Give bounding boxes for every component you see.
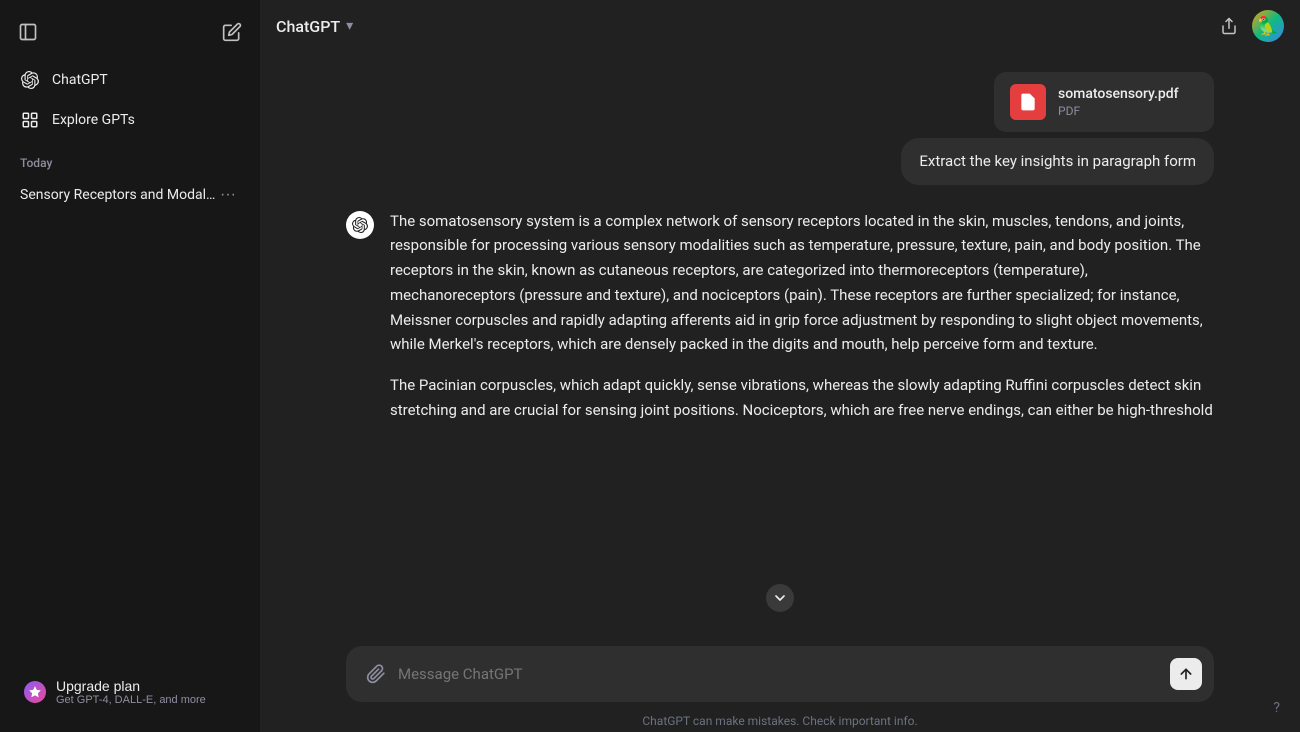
sidebar-chat-item-text: Sensory Receptors and Modalit... <box>20 187 216 203</box>
sidebar: ChatGPT Explore GPTs Today Sensory Recep… <box>0 0 260 732</box>
sidebar-item-explore-gpts[interactable]: Explore GPTs <box>8 100 252 140</box>
send-button[interactable] <box>1170 658 1202 690</box>
pdf-attachment: somatosensory.pdf PDF <box>994 72 1214 132</box>
assistant-paragraph-1: The somatosensory system is a complex ne… <box>390 209 1214 358</box>
footer-note-text: ChatGPT can make mistakes. Check importa… <box>642 714 917 728</box>
help-button[interactable]: ? <box>1273 700 1280 716</box>
sidebar-chatgpt-label: ChatGPT <box>52 72 108 88</box>
footer-note: ChatGPT can make mistakes. Check importa… <box>346 706 1214 732</box>
pdf-filename: somatosensory.pdf <box>1058 86 1179 102</box>
upgrade-main-label: Upgrade plan <box>56 678 206 694</box>
assistant-paragraph-2: The Pacinian corpuscles, which adapt qui… <box>390 373 1214 423</box>
pdf-type-label: PDF <box>1058 104 1179 118</box>
sidebar-item-chatgpt[interactable]: ChatGPT <box>8 60 252 100</box>
header-title-button[interactable]: ChatGPT ▾ <box>276 17 353 36</box>
grid-icon <box>20 110 40 130</box>
assistant-message-text: The somatosensory system is a complex ne… <box>390 209 1214 423</box>
assistant-message-row: The somatosensory system is a complex ne… <box>330 205 1230 427</box>
pdf-icon <box>1010 84 1046 120</box>
chat-item-menu-button[interactable]: ··· <box>216 184 240 206</box>
sidebar-section-today: Today <box>8 140 252 176</box>
sidebar-chat-item[interactable]: Sensory Receptors and Modalit... ··· <box>8 176 252 214</box>
sidebar-top <box>8 8 252 56</box>
header-actions: 🦜 <box>1214 10 1284 42</box>
upgrade-sub-label: Get GPT-4, DALL-E, and more <box>56 694 206 706</box>
chatgpt-icon <box>20 70 40 90</box>
main-content: ChatGPT ▾ 🦜 <box>260 0 1300 732</box>
toggle-sidebar-button[interactable] <box>12 16 44 48</box>
user-message-container: somatosensory.pdf PDF Extract the key in… <box>330 68 1230 189</box>
input-area <box>260 634 1300 706</box>
pdf-info: somatosensory.pdf PDF <box>1058 86 1179 118</box>
attach-file-button[interactable] <box>362 660 390 688</box>
chevron-down-icon: ▾ <box>346 18 353 34</box>
upgrade-plan-button[interactable]: Upgrade plan Get GPT-4, DALL-E, and more <box>12 668 248 716</box>
input-container <box>346 646 1214 702</box>
message-input[interactable] <box>398 665 1162 683</box>
share-button[interactable] <box>1214 11 1244 41</box>
sidebar-explore-label: Explore GPTs <box>52 112 135 128</box>
avatar[interactable]: 🦜 <box>1252 10 1284 42</box>
assistant-avatar-icon <box>346 211 374 239</box>
avatar-image: 🦜 <box>1252 10 1284 42</box>
scroll-down-indicator[interactable] <box>766 584 794 612</box>
new-chat-button[interactable] <box>216 16 248 48</box>
header-title-text: ChatGPT <box>276 17 340 36</box>
user-message-bubble: Extract the key insights in paragraph fo… <box>901 138 1214 185</box>
header: ChatGPT ▾ 🦜 <box>260 0 1300 52</box>
upgrade-text: Upgrade plan Get GPT-4, DALL-E, and more <box>56 678 206 706</box>
chat-area[interactable]: somatosensory.pdf PDF Extract the key in… <box>260 52 1300 634</box>
sidebar-bottom: Upgrade plan Get GPT-4, DALL-E, and more <box>8 660 252 724</box>
upgrade-icon <box>24 681 46 703</box>
